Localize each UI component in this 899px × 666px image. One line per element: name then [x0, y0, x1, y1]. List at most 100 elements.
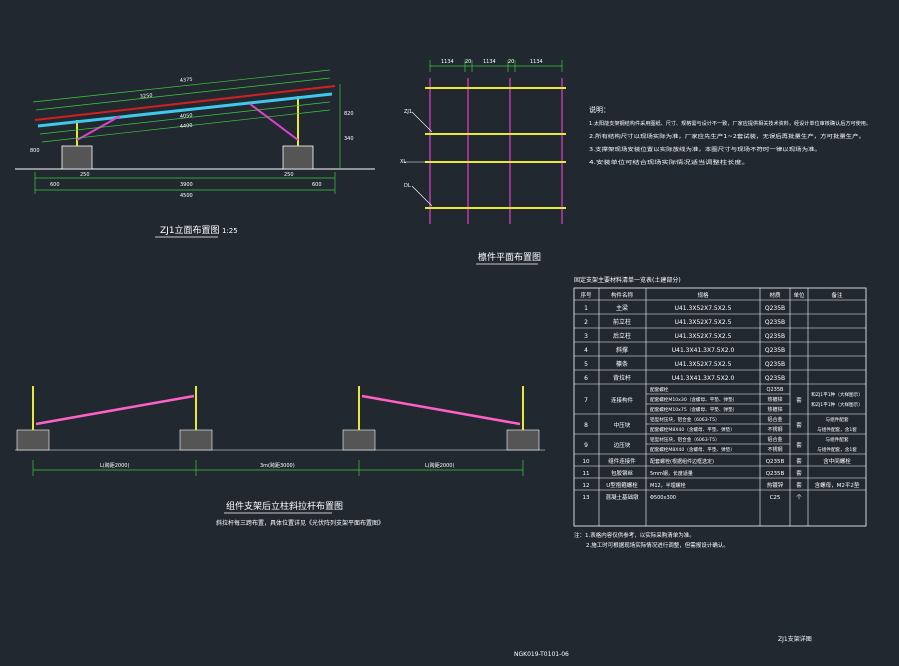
- elev-dim-2: L(跨距2000): [425, 462, 454, 469]
- table-cell: U41.3X41.3X7.5X2.0: [672, 375, 735, 382]
- dim-bottom-3: 250: [284, 172, 294, 178]
- elev-foundation-1: [16, 429, 50, 451]
- dim-bottom-2-text: 3900: [180, 182, 193, 188]
- table-cell: 和ZJ1平1种（大样图示）: [811, 401, 863, 408]
- table-cell: U41.3X52X7.5X2.5: [675, 319, 732, 326]
- elevation-title: 组件支架后立柱斜拉杆布置图: [226, 500, 343, 512]
- table-cell: 檩条: [616, 360, 628, 368]
- table-cell: 不锈钢: [767, 446, 782, 453]
- table-cell: Q235B: [765, 361, 785, 368]
- table-header-0: 序号: [580, 291, 592, 299]
- table-cell: 6: [584, 375, 588, 382]
- table-cell: 1: [584, 305, 588, 312]
- table-cell: 7: [584, 397, 588, 404]
- foundation-right: [282, 145, 314, 170]
- front-view-title: ZJ1立面布置图: [160, 224, 220, 236]
- note-4: 4.安装单位可结合现场实际情况适当调整柱长度。: [589, 159, 749, 166]
- elev-foundation-3: [342, 429, 376, 451]
- dim-top-2: 4050: [180, 113, 193, 120]
- material-table: 固定支架主要材料清单一览表(土建部分) 序号 构件名称 规格 材质 单位 备注 1 主梁 U4…: [573, 276, 867, 549]
- table-cell: U41.3X52X7.5X2.5: [675, 361, 732, 368]
- dim-top-3: 4400: [180, 123, 193, 130]
- elev-foundation-2: [179, 429, 213, 451]
- table-cell: 热镀锌: [767, 406, 782, 413]
- table-cell: 热镀锌: [767, 481, 784, 489]
- table-cell: Q235B: [766, 471, 785, 477]
- plan-view-title: 檩件平面布置图: [478, 251, 541, 263]
- table-cell: 配套螺栓(根据组件边框选定): [650, 458, 714, 465]
- table-cell: 不锈钢: [767, 426, 782, 433]
- dim-top-0: 4375: [180, 77, 193, 84]
- table-cell: U41.3X41.3X7.5X2.0: [672, 347, 735, 354]
- table-cell: 与组件配套: [826, 436, 849, 443]
- table-cell: 4: [584, 347, 588, 354]
- table-cell: 套: [796, 441, 802, 449]
- table-cell: 和ZJ1平1种（大样图示）: [811, 391, 863, 398]
- table-header-2: 规格: [697, 291, 709, 299]
- total-width: 4500: [180, 193, 193, 199]
- table-cell: 主梁: [616, 304, 628, 312]
- table-header-4: 单位: [793, 291, 805, 299]
- table-cell: Q235B: [765, 333, 785, 340]
- table-cell: 8: [584, 422, 588, 429]
- table-cell: 热镀锌: [767, 396, 782, 403]
- table-cell: 2: [584, 319, 588, 326]
- table-cell: 铝合金: [767, 436, 782, 443]
- dim-slope-1: [32, 69, 331, 103]
- table-cell: Q235B: [765, 319, 785, 326]
- table-cell: 前立柱: [613, 318, 631, 326]
- note-2: 2.所有结构尺寸以现场实际为准，厂家应先生产1~2套试装，无误后再批量生产，方可…: [589, 133, 865, 140]
- table-cell: Q235B: [765, 347, 785, 354]
- table-cell: Q235B: [766, 459, 785, 465]
- plan-label-0: ZJ1: [404, 109, 412, 115]
- table-cell: 套: [796, 396, 802, 404]
- table-cell: 5mm钢，长度适量: [650, 470, 693, 477]
- drawing-name: ZJ1支架详图: [778, 635, 812, 643]
- elevation-subtitle: 斜拉杆每三跨布置，具体位置详见《光伏阵列支架平面布置图》: [216, 519, 384, 527]
- table-title: 固定支架主要材料清单一览表(土建部分): [574, 276, 681, 284]
- table-cell: 与组件配套，含1套: [817, 426, 857, 433]
- table-cell: 包胶钢丝: [611, 469, 634, 477]
- elev-dim-0: L(跨距2000): [100, 462, 129, 469]
- table-cell: 边压块: [614, 441, 631, 449]
- table-cell: 12: [583, 483, 590, 489]
- table-cell: 配套螺栓M8X40（含螺母、平垫、弹垫）: [650, 446, 735, 453]
- notes-title: 说明：: [589, 105, 610, 114]
- plan-label-1: XL: [400, 159, 406, 165]
- table-cell: Q235B: [765, 375, 785, 382]
- table-cell: 组件连接件: [608, 457, 636, 465]
- elev-dim-1: 3m(跨距3000): [260, 462, 295, 469]
- foundation-left: [61, 145, 93, 170]
- table-footnote-1: 注：1.表格内容仅供参考，以实际采购清单为准。: [574, 531, 695, 539]
- dim-top-1: 3250: [140, 93, 153, 100]
- table-cell: 与组件配套，含1套: [817, 446, 857, 453]
- plan-dim-0: 1134: [441, 59, 454, 65]
- table-cell: 斜撑: [616, 346, 628, 354]
- drawing-number: NGK019-T0101-06: [514, 651, 569, 658]
- plan-dim-1: 20: [465, 59, 471, 65]
- note-1: 1.太阳能支架钢结构件采用图纸、尺寸、规格需与设计不一致，厂家应提供相关技术资料…: [589, 120, 871, 127]
- table-cell: 与组件配套: [826, 416, 849, 423]
- table-cell: 配套螺栓M8X40（含螺母、平垫、弹垫）: [650, 426, 735, 433]
- table-cell: 配套螺栓M10x75（含螺母、平垫、弹垫）: [650, 406, 737, 413]
- cad-drawing: 4375 3250 4050 4400 600 250 3900 250 600…: [15, 59, 871, 658]
- plan-dim-3: 20: [508, 59, 514, 65]
- table-cell: 混凝土基础墩: [605, 493, 639, 501]
- table-cell: 10: [583, 459, 590, 465]
- brace-right: [249, 103, 299, 141]
- elev-foundation-4: [506, 429, 540, 451]
- table-cell: 个: [796, 494, 802, 501]
- side-dim-2: 340: [344, 136, 354, 142]
- tie-rod-1: [35, 394, 195, 426]
- table-cell: 铝型材压块，铝合金（6063-T5）: [650, 436, 720, 443]
- table-header-3: 材质: [769, 291, 781, 299]
- table-cell: 中压块: [614, 421, 631, 429]
- table-cell: 套: [796, 421, 802, 429]
- side-dim-0: 800: [30, 148, 40, 154]
- table-cell: 套: [796, 481, 802, 489]
- table-cell: 铝型材压块，铝合金（6063-T5）: [650, 416, 720, 423]
- table-cell: Φ500x300: [650, 495, 676, 501]
- table-cell: 9: [584, 442, 588, 449]
- side-dim-1: 820: [344, 111, 354, 117]
- table-cell: 配套螺栓: [650, 386, 669, 393]
